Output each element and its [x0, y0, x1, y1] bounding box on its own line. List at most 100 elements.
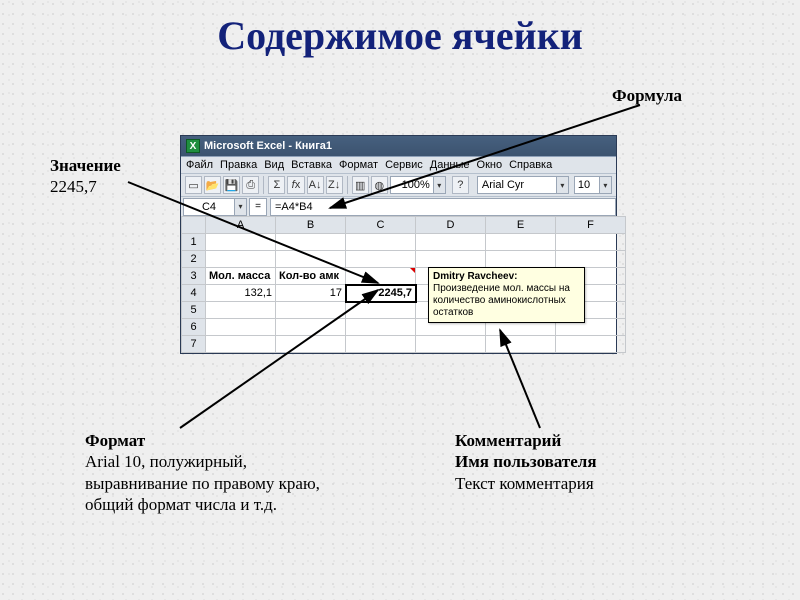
- font-size[interactable]: 10: [575, 177, 599, 193]
- callout-comment-l2: Имя пользователя: [455, 451, 597, 472]
- name-box-value: C4: [184, 201, 234, 213]
- cell-b1[interactable]: [276, 234, 346, 251]
- zoom-value[interactable]: 100%: [391, 177, 433, 193]
- callout-comment: Комментарий Имя пользователя Текст комме…: [455, 430, 597, 494]
- fx-icon[interactable]: fx: [287, 176, 304, 194]
- callout-comment-l3: Текст комментария: [455, 473, 597, 494]
- menu-format[interactable]: Формат: [339, 159, 378, 171]
- excel-grid[interactable]: A B C D E F 1 2 3Мол. массаКол-во амк 41…: [181, 216, 616, 353]
- cell-e1[interactable]: [486, 234, 556, 251]
- excel-menubar[interactable]: Файл Правка Вид Вставка Формат Сервис Да…: [181, 156, 616, 173]
- sort-desc-icon[interactable]: Z↓: [326, 176, 343, 194]
- cell-a5[interactable]: [206, 302, 276, 319]
- chevron-down-icon[interactable]: ▾: [234, 199, 246, 215]
- cell-f2[interactable]: [556, 251, 626, 268]
- col-header-b[interactable]: B: [276, 217, 346, 234]
- row-header-6[interactable]: 6: [182, 319, 206, 336]
- chevron-down-icon[interactable]: ▾: [556, 177, 568, 193]
- cell-d7[interactable]: [416, 336, 486, 353]
- cell-b4[interactable]: 17: [276, 285, 346, 302]
- cell-b5[interactable]: [276, 302, 346, 319]
- print-icon[interactable]: ⎙: [242, 176, 259, 194]
- col-header-c[interactable]: C: [346, 217, 416, 234]
- excel-window: X Microsoft Excel - Книга1 Файл Правка В…: [180, 135, 617, 354]
- excel-toolbar: ▭ 📂 💾 ⎙ Σ fx A↓ Z↓ ▥ ◍ 100% ▾ ? Arial Cy…: [181, 173, 616, 196]
- col-header-e[interactable]: E: [486, 217, 556, 234]
- menu-data[interactable]: Данные: [430, 159, 470, 171]
- callout-format-l4: общий формат числа и т.д.: [85, 494, 320, 515]
- callout-format: Формат Arial 10, полужирный, выравнивани…: [85, 430, 320, 515]
- cell-c2[interactable]: [346, 251, 416, 268]
- toolbar-separator: [263, 176, 264, 194]
- cell-e2[interactable]: [486, 251, 556, 268]
- excel-window-title: Microsoft Excel - Книга1: [204, 140, 332, 152]
- menu-edit[interactable]: Правка: [220, 159, 257, 171]
- font-size-combo[interactable]: 10 ▾: [574, 176, 612, 194]
- col-header-a[interactable]: A: [206, 217, 276, 234]
- callout-value-label: Значение: [50, 155, 121, 176]
- cell-a6[interactable]: [206, 319, 276, 336]
- map-icon[interactable]: ◍: [371, 176, 388, 194]
- help-icon[interactable]: ?: [452, 176, 469, 194]
- cell-c3[interactable]: [346, 268, 416, 285]
- cell-c4[interactable]: 2245,7: [346, 285, 416, 302]
- menu-window[interactable]: Окно: [477, 159, 503, 171]
- callout-format-label: Формат: [85, 430, 320, 451]
- row-header-5[interactable]: 5: [182, 302, 206, 319]
- name-box[interactable]: C4 ▾: [183, 198, 247, 216]
- row-header-1[interactable]: 1: [182, 234, 206, 251]
- menu-insert[interactable]: Вставка: [291, 159, 332, 171]
- callout-formula: Формула: [612, 85, 682, 106]
- row-header-7[interactable]: 7: [182, 336, 206, 353]
- comment-indicator-icon: [410, 268, 415, 273]
- cell-a7[interactable]: [206, 336, 276, 353]
- cell-d2[interactable]: [416, 251, 486, 268]
- row-header-4[interactable]: 4: [182, 285, 206, 302]
- chevron-down-icon[interactable]: ▾: [433, 177, 445, 193]
- callout-comment-label: Комментарий: [455, 430, 597, 451]
- cell-a2[interactable]: [206, 251, 276, 268]
- cell-f1[interactable]: [556, 234, 626, 251]
- cell-b3[interactable]: Кол-во амк: [276, 268, 346, 285]
- col-header-f[interactable]: F: [556, 217, 626, 234]
- cell-c6[interactable]: [346, 319, 416, 336]
- cell-comment-tooltip: Dmitry Ravcheev: Произведение мол. массы…: [428, 267, 585, 323]
- select-all-corner[interactable]: [182, 217, 206, 234]
- sum-icon[interactable]: Σ: [268, 176, 285, 194]
- cell-d1[interactable]: [416, 234, 486, 251]
- cell-a3[interactable]: Мол. масса: [206, 268, 276, 285]
- chart-icon[interactable]: ▥: [352, 176, 369, 194]
- row-header-3[interactable]: 3: [182, 268, 206, 285]
- save-icon[interactable]: 💾: [223, 176, 240, 194]
- menu-tools[interactable]: Сервис: [385, 159, 423, 171]
- cell-c7[interactable]: [346, 336, 416, 353]
- formula-bar: C4 ▾ = =A4*B4: [181, 196, 616, 216]
- menu-view[interactable]: Вид: [264, 159, 284, 171]
- cell-c5[interactable]: [346, 302, 416, 319]
- new-file-icon[interactable]: ▭: [185, 176, 202, 194]
- cell-a1[interactable]: [206, 234, 276, 251]
- excel-app-icon: X: [186, 139, 200, 153]
- sort-asc-icon[interactable]: A↓: [307, 176, 324, 194]
- cell-e7[interactable]: [486, 336, 556, 353]
- formula-input[interactable]: =A4*B4: [270, 198, 616, 216]
- zoom-combo[interactable]: 100% ▾: [390, 176, 446, 194]
- cell-f7[interactable]: [556, 336, 626, 353]
- cell-c1[interactable]: [346, 234, 416, 251]
- row-header-2[interactable]: 2: [182, 251, 206, 268]
- col-header-d[interactable]: D: [416, 217, 486, 234]
- cell-b7[interactable]: [276, 336, 346, 353]
- callout-format-l3: выравнивание по правому краю,: [85, 473, 320, 494]
- menu-file[interactable]: Файл: [186, 159, 213, 171]
- cell-a4[interactable]: 132,1: [206, 285, 276, 302]
- open-file-icon[interactable]: 📂: [204, 176, 221, 194]
- font-name[interactable]: Arial Cyr: [478, 177, 556, 193]
- callout-value-text: 2245,7: [50, 176, 121, 197]
- chevron-down-icon[interactable]: ▾: [599, 177, 611, 193]
- cell-b2[interactable]: [276, 251, 346, 268]
- font-combo[interactable]: Arial Cyr ▾: [477, 176, 569, 194]
- menu-help[interactable]: Справка: [509, 159, 552, 171]
- callout-format-l2: Arial 10, полужирный,: [85, 451, 320, 472]
- fx-button[interactable]: =: [249, 198, 267, 216]
- cell-b6[interactable]: [276, 319, 346, 336]
